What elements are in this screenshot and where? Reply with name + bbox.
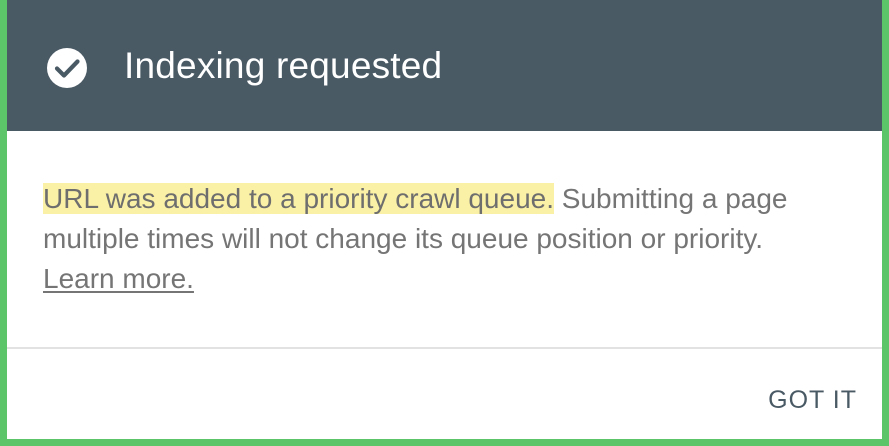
indexing-requested-dialog-frame: Indexing requested URL was added to a pr… <box>0 0 889 446</box>
indexing-requested-dialog: Indexing requested URL was added to a pr… <box>7 0 882 439</box>
learn-more-link[interactable]: Learn more. <box>43 263 194 294</box>
dialog-message: URL was added to a priority crawl queue.… <box>43 179 863 299</box>
check-circle-icon <box>47 48 87 88</box>
highlighted-message: URL was added to a priority crawl queue. <box>43 183 554 214</box>
got-it-button[interactable]: GOT IT <box>768 381 857 419</box>
dialog-header: Indexing requested <box>7 0 882 131</box>
dialog-title: Indexing requested <box>124 45 443 86</box>
dialog-divider <box>7 347 882 349</box>
